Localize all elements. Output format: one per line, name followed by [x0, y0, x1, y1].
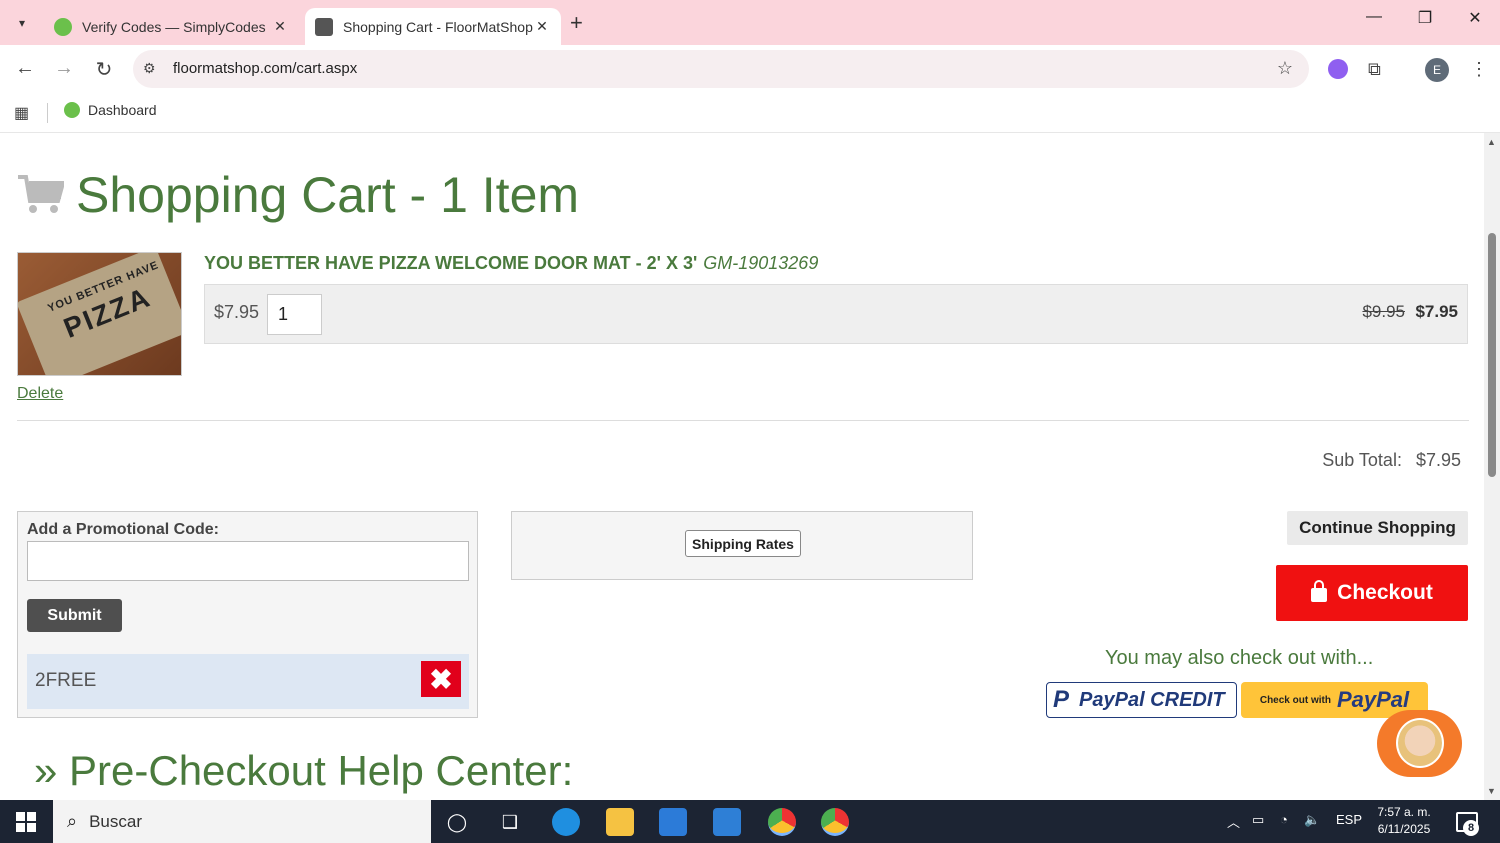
- alternate-checkout-text: You may also check out with...: [1105, 647, 1374, 669]
- extensions-puzzle-icon[interactable]: ⧉: [1368, 59, 1381, 80]
- shopping-cart-icon: [18, 175, 64, 213]
- product-image[interactable]: YOU BETTER HAVE PIZZA: [17, 252, 182, 376]
- mail-icon[interactable]: [713, 808, 741, 836]
- edge-browser-icon[interactable]: [552, 808, 580, 836]
- continue-shopping-button[interactable]: Continue Shopping: [1287, 511, 1468, 545]
- tab-close-icon[interactable]: ✕: [271, 18, 289, 35]
- sale-price: $7.95: [1415, 302, 1458, 321]
- address-bar[interactable]: ⚙ floormatshop.com/cart.aspx ☆: [133, 50, 1309, 88]
- applied-promo-code: 2FREE ✖: [27, 654, 469, 709]
- taskbar-search-placeholder: Buscar: [89, 811, 143, 831]
- page-scrollbar[interactable]: ▲ ▼: [1484, 133, 1500, 800]
- product-name-link[interactable]: YOU BETTER HAVE PIZZA WELCOME DOOR MAT -…: [204, 253, 818, 274]
- input-language[interactable]: ESP: [1336, 812, 1362, 827]
- subtotal-label: Sub Total:: [1322, 450, 1402, 470]
- scroll-down-arrow-icon[interactable]: ▼: [1487, 786, 1496, 796]
- battery-icon[interactable]: ▭: [1252, 812, 1264, 828]
- tab-close-icon[interactable]: ✕: [533, 18, 551, 35]
- apps-grid-icon[interactable]: ▦: [14, 103, 29, 123]
- task-view-icon[interactable]: ❑: [496, 808, 524, 836]
- bookmark-star-icon[interactable]: ☆: [1277, 58, 1293, 79]
- paypal-p-icon: P: [1053, 686, 1070, 713]
- taskbar-clock[interactable]: 7:57 a. m. 6/11/2025: [1368, 804, 1440, 838]
- tab-search-chevron-icon[interactable]: ▾: [8, 9, 36, 37]
- paypal-brand-text: PayPal: [1336, 687, 1410, 712]
- unit-price: $7.95: [214, 302, 260, 322]
- browser-toolbar: ← → ↻ ⚙ floormatshop.com/cart.aspx ☆ ⧉ E…: [0, 45, 1500, 93]
- paypal-checkout-small-text: Check out with: [1259, 694, 1331, 706]
- original-price: $9.95: [1362, 302, 1405, 321]
- browser-tab-bar: ▾ Verify Codes — SimplyCodes ✕ Shopping …: [0, 0, 1500, 45]
- shipping-rates-button[interactable]: Shipping Rates: [685, 530, 801, 557]
- help-center-heading: » Pre-Checkout Help Center:: [34, 747, 574, 794]
- windows-taskbar: ⌕ Buscar ◯ ❑ ︿ ▭ ◔ 🔈 ESP 7:57 a. m. 6/11…: [0, 800, 1500, 843]
- chat-agent-avatar-icon: [1396, 718, 1444, 768]
- shipping-panel: Shipping Rates: [511, 511, 973, 580]
- bookmark-dashboard[interactable]: Dashboard: [64, 102, 157, 118]
- windows-start-icon[interactable]: [16, 812, 36, 832]
- cortana-circle-icon[interactable]: ◯: [443, 808, 471, 836]
- scroll-thumb[interactable]: [1488, 233, 1496, 477]
- paypal-credit-button[interactable]: P PayPal CREDIT: [1046, 682, 1237, 718]
- clock-time: 7:57 a. m.: [1377, 805, 1431, 819]
- volume-icon[interactable]: 🔈: [1304, 812, 1320, 828]
- reload-icon[interactable]: ↻: [91, 57, 117, 82]
- promo-code-panel: Add a Promotional Code: Submit 2FREE ✖: [17, 511, 478, 718]
- simplycodes-favicon-icon: [54, 17, 72, 36]
- site-settings-icon[interactable]: ⚙: [143, 60, 156, 77]
- chrome-profile-e-icon[interactable]: [768, 808, 796, 836]
- bookmarks-bar: ▦ Dashboard: [0, 93, 1500, 133]
- file-explorer-icon[interactable]: [606, 808, 634, 836]
- window-close-icon[interactable]: ✕: [1460, 8, 1490, 28]
- remove-promo-x-icon[interactable]: ✖: [421, 661, 461, 697]
- paypal-credit-label: PayPal CREDIT: [1079, 688, 1225, 711]
- checkout-label: Checkout: [1337, 581, 1433, 604]
- kebab-menu-icon[interactable]: ⋮: [1470, 59, 1488, 80]
- profile-avatar[interactable]: E: [1425, 58, 1449, 82]
- extension-purple-icon[interactable]: [1328, 59, 1348, 79]
- cart-item-price-row: $7.95 1 $9.95 $7.95: [204, 284, 1468, 344]
- page-content: Shopping Cart - 1 Item YOU BETTER HAVE P…: [0, 141, 1484, 800]
- section-divider: [17, 420, 1469, 421]
- promo-code-label: Add a Promotional Code:: [27, 521, 219, 538]
- minimize-icon[interactable]: —: [1359, 8, 1389, 26]
- taskbar-search[interactable]: ⌕ Buscar: [53, 800, 431, 843]
- bookmark-divider: [47, 103, 48, 123]
- cart-title-text: Shopping Cart - 1 Item: [76, 167, 580, 223]
- address-url[interactable]: floormatshop.com/cart.aspx: [173, 60, 357, 77]
- tab-simplycodes[interactable]: Verify Codes — SimplyCodes ✕: [44, 8, 299, 45]
- lock-icon: [1311, 580, 1328, 602]
- search-icon: ⌕: [67, 811, 78, 831]
- chrome-icon[interactable]: [821, 808, 849, 836]
- forward-arrow-icon[interactable]: →: [51, 57, 77, 80]
- tray-expand-chevron-icon[interactable]: ︿: [1227, 812, 1240, 831]
- promo-code-input[interactable]: [27, 541, 469, 581]
- notification-count-badge: 8: [1463, 820, 1479, 836]
- restore-icon[interactable]: ❐: [1410, 8, 1440, 28]
- applied-code-text: 2FREE: [35, 670, 97, 691]
- new-tab-plus-icon[interactable]: +: [570, 10, 583, 36]
- quantity-input[interactable]: 1: [267, 294, 322, 335]
- bookmark-label: Dashboard: [88, 102, 157, 118]
- tab-floormatshop[interactable]: Shopping Cart - FloorMatShop ✕: [305, 8, 561, 45]
- product-sku: GM-19013269: [703, 253, 819, 273]
- page-title: Shopping Cart - 1 Item: [18, 166, 579, 224]
- scroll-up-arrow-icon[interactable]: ▲: [1487, 137, 1496, 147]
- subtotal-value: $7.95: [1415, 450, 1461, 470]
- chat-widget-button[interactable]: [1377, 710, 1462, 777]
- back-arrow-icon[interactable]: ←: [12, 57, 38, 80]
- subtotal: Sub Total: $7.95: [1322, 450, 1461, 471]
- checkout-button[interactable]: Checkout: [1276, 565, 1468, 621]
- promo-submit-button[interactable]: Submit: [27, 599, 122, 632]
- product-name: YOU BETTER HAVE PIZZA WELCOME DOOR MAT -…: [204, 253, 698, 273]
- dashboard-favicon-icon: [64, 102, 80, 118]
- microsoft-store-icon[interactable]: [659, 808, 687, 836]
- tab-title: Verify Codes — SimplyCodes: [82, 18, 266, 35]
- floormatshop-favicon-icon: [315, 17, 333, 36]
- clock-date: 6/11/2025: [1377, 822, 1431, 836]
- delete-item-link[interactable]: Delete: [17, 385, 63, 403]
- wifi-icon[interactable]: ◔: [1280, 812, 1288, 827]
- tab-title: Shopping Cart - FloorMatShop: [343, 18, 533, 35]
